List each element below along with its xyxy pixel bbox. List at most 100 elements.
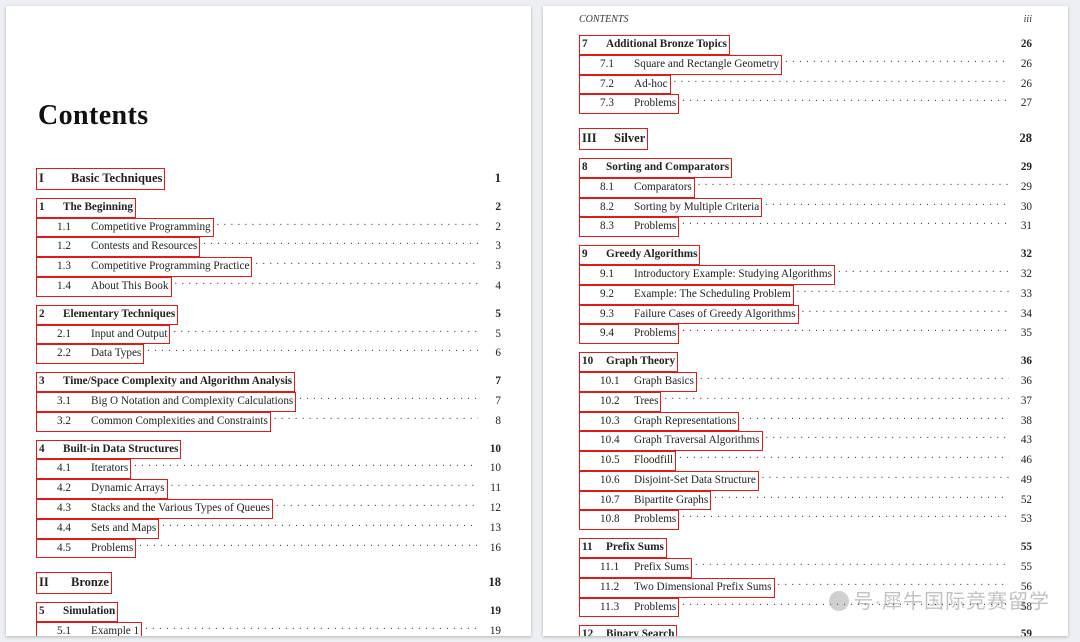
toc-entry-link[interactable]: 9.3Failure Cases of Greedy Algorithms (579, 305, 799, 325)
toc-part-entry[interactable]: IIISilver28 (579, 128, 1032, 150)
toc-entry-link[interactable]: 8.1Comparators (579, 178, 695, 198)
toc-section-entry[interactable]: 7.3Problems27 (579, 94, 1032, 114)
toc-chapter-entry[interactable]: 8Sorting and Comparators29 (579, 158, 1032, 178)
toc-entry-link[interactable]: 10.4Graph Traversal Algorithms (579, 431, 763, 451)
toc-section-entry[interactable]: 10.4Graph Traversal Algorithms43 (579, 431, 1032, 451)
toc-section-entry[interactable]: 3.2Common Complexities and Constraints8 (36, 412, 501, 432)
toc-chapter-entry[interactable]: 2Elementary Techniques5 (36, 305, 501, 325)
toc-entry-link[interactable]: 11.3Problems (579, 598, 679, 618)
toc-entry-link[interactable]: 1.3Competitive Programming Practice (36, 257, 252, 277)
toc-entry-link[interactable]: 2.2Data Types (36, 344, 144, 364)
toc-chapter-entry[interactable]: 5Simulation19 (36, 602, 501, 622)
toc-chapter-entry[interactable]: 4Built-in Data Structures10 (36, 440, 501, 460)
toc-entry-link[interactable]: 3.2Common Complexities and Constraints (36, 412, 271, 432)
toc-entry-link[interactable]: 4.2Dynamic Arrays (36, 479, 168, 499)
toc-entry-link[interactable]: 9.4Problems (579, 324, 679, 344)
toc-section-entry[interactable]: 1.4About This Book4 (36, 277, 501, 297)
toc-entry-link[interactable]: 5.1Example 1 (36, 622, 142, 636)
toc-entry-link[interactable]: 1.4About This Book (36, 277, 172, 297)
toc-entry-link[interactable]: 5Simulation (36, 602, 118, 622)
toc-section-entry[interactable]: 5.1Example 119 (36, 622, 501, 636)
toc-entry-link[interactable]: 9Greedy Algorithms (579, 245, 700, 265)
toc-entry-link[interactable]: 7Additional Bronze Topics (579, 35, 730, 55)
toc-section-entry[interactable]: 11.2Two Dimensional Prefix Sums56 (579, 578, 1032, 598)
toc-chapter-entry[interactable]: 1The Beginning2 (36, 198, 501, 218)
toc-section-entry[interactable]: 10.1Graph Basics 36 (579, 372, 1032, 392)
toc-entry-link[interactable]: 10.3Graph Representations (579, 412, 739, 432)
toc-section-entry[interactable]: 11.3Problems58 (579, 598, 1032, 618)
toc-entry-link[interactable]: 10.2Trees (579, 392, 661, 412)
toc-entry-link[interactable]: 11Prefix Sums (579, 538, 667, 558)
toc-section-entry[interactable]: 9.1Introductory Example: Studying Algori… (579, 265, 1032, 285)
toc-entry-link[interactable]: 7.2Ad-hoc (579, 75, 671, 95)
toc-section-entry[interactable]: 1.2Contests and Resources3 (36, 237, 501, 257)
toc-entry-link[interactable]: 2Elementary Techniques (36, 305, 178, 325)
toc-section-entry[interactable]: 9.2Example: The Scheduling Problem33 (579, 285, 1032, 305)
toc-entry-link[interactable]: 10.7Bipartite Graphs (579, 491, 711, 511)
toc-entry-link[interactable]: 10.5Floodfill (579, 451, 676, 471)
toc-section-entry[interactable]: 7.2Ad-hoc26 (579, 75, 1032, 95)
toc-entry-link[interactable]: 11.1Prefix Sums (579, 558, 692, 578)
toc-section-entry[interactable]: 2.1Input and Output5 (36, 325, 501, 345)
toc-entry-link[interactable]: 8Sorting and Comparators (579, 158, 732, 178)
toc-chapter-entry[interactable]: 11Prefix Sums55 (579, 538, 1032, 558)
toc-entry-link[interactable]: 4.3Stacks and the Various Types of Queue… (36, 499, 273, 519)
toc-section-entry[interactable]: 4.5Problems16 (36, 539, 501, 559)
toc-entry-link[interactable]: 11.2Two Dimensional Prefix Sums (579, 578, 775, 598)
toc-section-entry[interactable]: 10.5Floodfill46 (579, 451, 1032, 471)
toc-entry-link[interactable]: IIBronze (36, 572, 112, 594)
toc-section-entry[interactable]: 7.1Square and Rectangle Geometry26 (579, 55, 1032, 75)
toc-section-entry[interactable]: 10.2Trees37 (579, 392, 1032, 412)
toc-entry-link[interactable]: 7.3Problems (579, 94, 679, 114)
toc-entry-link[interactable]: 10.1Graph Basics (579, 372, 697, 392)
toc-entry-link[interactable]: 4.5Problems (36, 539, 136, 559)
toc-section-entry[interactable]: 1.3Competitive Programming Practice3 (36, 257, 501, 277)
toc-entry-link[interactable]: 3Time/Space Complexity and Algorithm Ana… (36, 372, 295, 392)
toc-entry-link[interactable]: 1The Beginning (36, 198, 136, 218)
toc-part-entry[interactable]: IBasic Techniques1 (36, 168, 501, 190)
toc-part-entry[interactable]: IIBronze18 (36, 572, 501, 594)
toc-section-entry[interactable]: 8.3Problems31 (579, 217, 1032, 237)
toc-chapter-entry[interactable]: 3Time/Space Complexity and Algorithm Ana… (36, 372, 501, 392)
toc-entry-link[interactable]: IBasic Techniques (36, 168, 165, 190)
toc-section-entry[interactable]: 4.1Iterators10 (36, 459, 501, 479)
toc-section-entry[interactable]: 3.1Big O Notation and Complexity Calcula… (36, 392, 501, 412)
toc-entry-link[interactable]: 8.2Sorting by Multiple Criteria (579, 198, 762, 218)
toc-section-entry[interactable]: 10.3Graph Representations38 (579, 412, 1032, 432)
toc-entry-link[interactable]: 10Graph Theory (579, 352, 678, 372)
toc-section-entry[interactable]: 11.1Prefix Sums55 (579, 558, 1032, 578)
toc-section-entry[interactable]: 4.3Stacks and the Various Types of Queue… (36, 499, 501, 519)
toc-section-entry[interactable]: 9.3Failure Cases of Greedy Algorithms34 (579, 305, 1032, 325)
toc-section-entry[interactable]: 4.2Dynamic Arrays11 (36, 479, 501, 499)
toc-entry-link[interactable]: 9.2Example: The Scheduling Problem (579, 285, 794, 305)
toc-chapter-entry[interactable]: 12Binary Search59 (579, 625, 1032, 636)
toc-entry-link[interactable]: IIISilver (579, 128, 648, 150)
toc-chapter-entry[interactable]: 10Graph Theory36 (579, 352, 1032, 372)
toc-section-entry[interactable]: 10.6Disjoint-Set Data Structure49 (579, 471, 1032, 491)
toc-entry-link[interactable]: 4Built-in Data Structures (36, 440, 181, 460)
toc-section-entry[interactable]: 9.4Problems35 (579, 324, 1032, 344)
toc-entry-link[interactable]: 3.1Big O Notation and Complexity Calcula… (36, 392, 296, 412)
toc-entry-link[interactable]: 10.6Disjoint-Set Data Structure (579, 471, 759, 491)
toc-entry-link[interactable]: 8.3Problems (579, 217, 679, 237)
toc-section-entry[interactable]: 8.1Comparators29 (579, 178, 1032, 198)
toc-entry-link[interactable]: 1.1Competitive Programming (36, 218, 214, 238)
toc-chapter-entry[interactable]: 9Greedy Algorithms32 (579, 245, 1032, 265)
toc-section-entry[interactable]: 10.7Bipartite Graphs52 (579, 491, 1032, 511)
toc-entry-link[interactable]: 4.4Sets and Maps (36, 519, 159, 539)
toc-section-entry[interactable]: 4.4Sets and Maps13 (36, 519, 501, 539)
toc-entry-link[interactable]: 10.8Problems (579, 510, 679, 530)
toc-entry-label: Binary Search (606, 628, 674, 636)
toc-chapter-entry[interactable]: 7Additional Bronze Topics26 (579, 35, 1032, 55)
toc-section-entry[interactable]: 10.8Problems53 (579, 510, 1032, 530)
toc-entry-link[interactable]: 12Binary Search (579, 625, 677, 636)
toc-entry-link[interactable]: 7.1Square and Rectangle Geometry (579, 55, 782, 75)
toc-entry-link[interactable]: 1.2Contests and Resources (36, 237, 200, 257)
toc-section-entry[interactable]: 1.1Competitive Programming2 (36, 218, 501, 238)
toc-entry-link[interactable]: 9.1Introductory Example: Studying Algori… (579, 265, 835, 285)
toc-section-entry[interactable]: 2.2Data Types6 (36, 344, 501, 364)
toc-entry-link[interactable]: 2.1Input and Output (36, 325, 170, 345)
toc-section-entry[interactable]: 8.2Sorting by Multiple Criteria30 (579, 198, 1032, 218)
toc-entry-page: 36 (1012, 373, 1032, 390)
toc-entry-link[interactable]: 4.1Iterators (36, 459, 131, 479)
